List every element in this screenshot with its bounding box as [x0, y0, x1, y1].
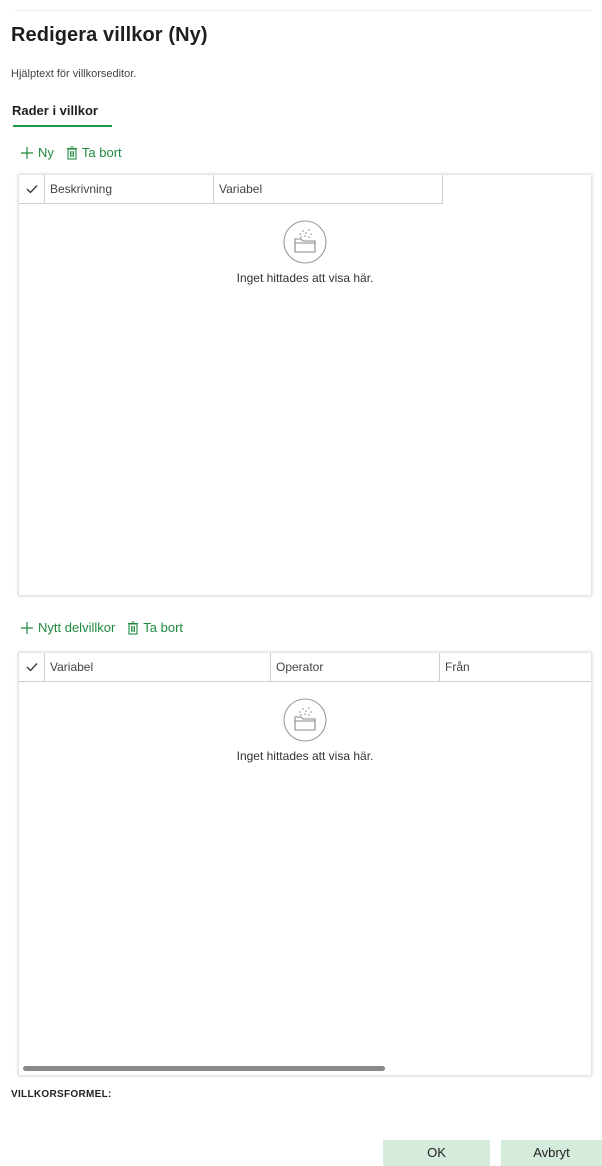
rows-grid: Beskrivning Variabel Inget hittades att … [18, 174, 592, 596]
select-all-subconditions-checkbox[interactable] [19, 653, 45, 681]
dialog-title: Redigera villkor (Ny) [11, 24, 208, 46]
column-header-variabel[interactable]: Variabel [45, 653, 271, 681]
subconditions-empty-state: Inget hittades att visa här. [19, 697, 591, 763]
subconditions-grid: Variabel Operator Från Inget hittades at… [18, 652, 592, 1076]
formula-label: VILLKORSFORMEL: [11, 1089, 112, 1100]
column-header-beskrivning[interactable]: Beskrivning [45, 175, 214, 203]
delete-subcondition-button[interactable]: Ta bort [127, 620, 183, 635]
empty-folder-icon [283, 220, 327, 264]
help-text: Hjälptext för villkorseditor. [11, 68, 137, 80]
rows-empty-message: Inget hittades att visa här. [236, 271, 374, 285]
trash-icon [128, 620, 139, 635]
new-subcondition-button[interactable]: Nytt delvillkor [20, 620, 115, 635]
cancel-button[interactable]: Avbryt [501, 1140, 602, 1166]
rows-toolbar: Ny Ta bort [20, 145, 134, 160]
new-row-button[interactable]: Ny [20, 145, 54, 160]
delete-row-label: Ta bort [81, 145, 122, 160]
select-all-rows-checkbox[interactable] [19, 175, 45, 203]
checkmark-icon [26, 663, 37, 672]
delete-subcondition-label: Ta bort [143, 620, 184, 635]
column-header-variabel[interactable]: Variabel [214, 175, 443, 203]
new-row-label: Ny [38, 145, 54, 160]
subconditions-empty-message: Inget hittades att visa här. [236, 749, 374, 763]
plus-icon [21, 621, 33, 634]
trash-icon [66, 145, 77, 160]
column-header-operator[interactable]: Operator [271, 653, 440, 681]
plus-icon [21, 146, 33, 159]
delete-row-button[interactable]: Ta bort [66, 145, 122, 160]
rows-empty-state: Inget hittades att visa här. [19, 219, 591, 285]
rows-grid-header: Beskrivning Variabel [19, 175, 443, 204]
tab-rader-i-villkor[interactable]: Rader i villkor [12, 103, 98, 118]
column-header-fran[interactable]: Från [440, 653, 591, 681]
horizontal-scrollbar[interactable] [23, 1066, 385, 1071]
ok-button[interactable]: OK [383, 1140, 490, 1166]
top-divider [14, 10, 592, 11]
checkmark-icon [26, 185, 37, 194]
new-subcondition-label: Nytt delvillkor [38, 620, 116, 635]
active-tab-indicator [13, 125, 112, 127]
subconditions-toolbar: Nytt delvillkor Ta bort [20, 620, 195, 635]
subconditions-grid-header: Variabel Operator Från [19, 653, 591, 682]
empty-folder-icon [283, 698, 327, 742]
